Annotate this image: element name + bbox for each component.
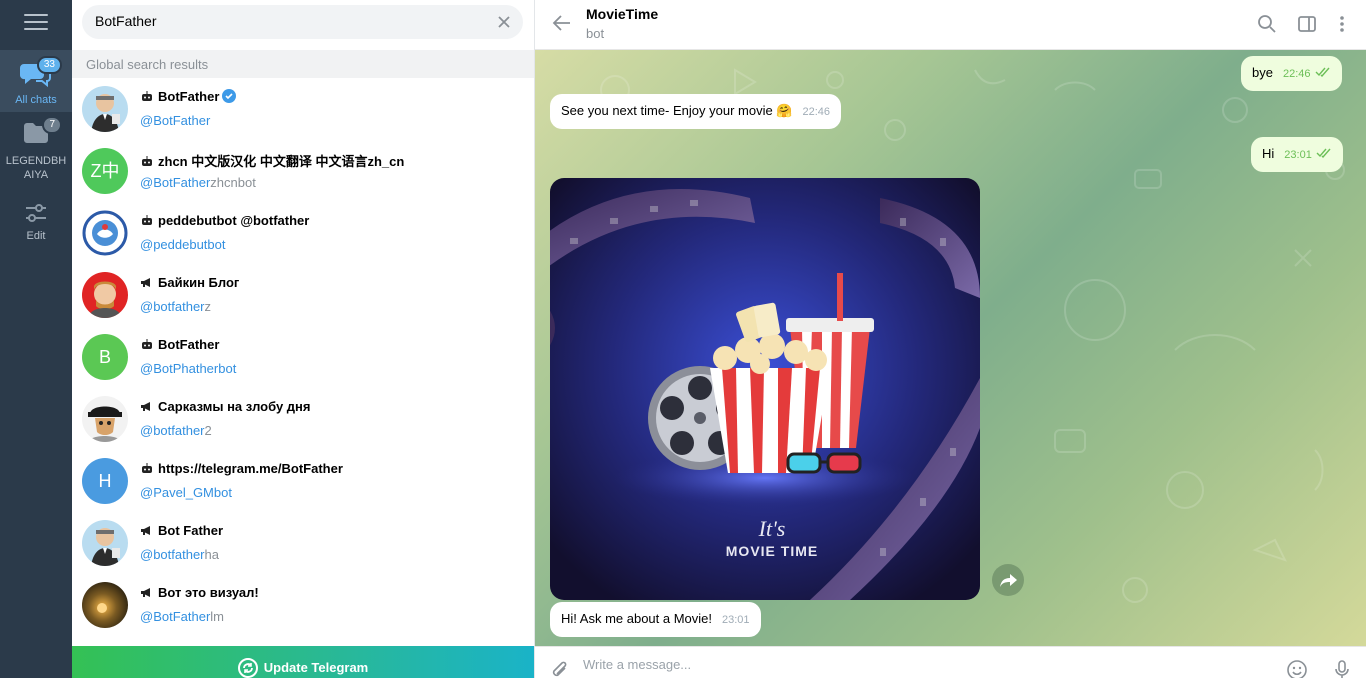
message-incoming[interactable]: See you next time- Enjoy your movie 🤗 22:… — [550, 94, 842, 129]
photo-line2: MOVIE TIME — [726, 543, 818, 559]
share-icon[interactable] — [992, 564, 1024, 596]
channel-icon — [141, 526, 150, 535]
avatar — [82, 520, 128, 566]
chats-icon: 33 — [19, 56, 62, 90]
avatar — [82, 582, 128, 628]
chat-background: bye 22:46 See you next time- Enjoy your m… — [535, 50, 1366, 646]
chat-area: MovieTime bot bye 22:46 See you next tim… — [535, 0, 1366, 678]
result-title: BotFather — [140, 89, 237, 104]
bot-icon — [142, 463, 152, 473]
message-composer — [535, 646, 1366, 678]
search-result[interactable]: H https://telegram.me/BotFather @Pavel_G… — [72, 450, 534, 512]
sidebar-toggle-icon[interactable] — [1297, 14, 1317, 34]
result-username: @peddebutbot — [140, 237, 226, 252]
folders-rail: 33 All chats 7 LEGENDBH AIYA Edit — [0, 0, 72, 678]
folder-edit[interactable]: Edit — [0, 202, 72, 246]
message-outgoing[interactable]: Hi 23:01 — [1251, 137, 1343, 172]
message-time: 22:46 — [1282, 68, 1311, 80]
result-username: @BotFather — [140, 113, 211, 128]
results-section-title: Global search results — [72, 50, 534, 78]
avatar — [82, 272, 128, 318]
search-result[interactable]: BotFather @BotFather — [72, 78, 534, 140]
sliders-icon — [20, 202, 52, 226]
message-time: 23:01 — [1284, 149, 1312, 161]
movie-time-image[interactable]: It's MOVIE TIME — [550, 178, 980, 600]
unread-badge: 33 — [36, 56, 62, 74]
channel-icon — [141, 402, 150, 411]
folder-label: LEGENDBH AIYA — [5, 155, 67, 181]
message-incoming[interactable]: Hi! Ask me about a Movie! 23:01 — [550, 602, 761, 637]
folder-icon: 7 — [20, 116, 62, 150]
search-input[interactable] — [95, 13, 475, 29]
chat-title[interactable]: MovieTime — [586, 6, 658, 22]
message-time: 23:01 — [722, 614, 750, 626]
result-title: peddebutbot @botfather — [140, 213, 309, 228]
folder-all-chats[interactable]: 33 All chats — [0, 50, 72, 112]
back-arrow-icon[interactable] — [552, 13, 572, 33]
search-result[interactable]: B BotFather @BotPhatherbot — [72, 326, 534, 388]
search-result[interactable]: Z中 zhcn 中文版汉化 中文翻译 中文语言zh_cn @BotFatherz… — [72, 140, 534, 202]
microphone-icon[interactable] — [1331, 659, 1353, 678]
search-box — [82, 5, 523, 39]
result-username: @Pavel_GMbot — [140, 485, 232, 500]
menu-icon[interactable] — [24, 14, 48, 32]
bot-icon — [142, 156, 152, 166]
search-result[interactable]: Bot Father @botfatherha — [72, 512, 534, 574]
update-telegram-button[interactable]: Update Telegram — [72, 646, 534, 678]
search-panel: Global search results BotFather @BotFath… — [72, 0, 535, 678]
attach-icon[interactable] — [549, 659, 571, 678]
bot-icon — [142, 215, 152, 225]
search-result[interactable]: Сарказмы на злобу дня @botfather2 — [72, 388, 534, 450]
search-results-list: BotFather @BotFather Z中 zhcn 中文版汉化 中文翻译 … — [72, 78, 534, 636]
result-title: zhcn 中文版汉化 中文翻译 中文语言zh_cn — [140, 151, 404, 170]
search-icon[interactable] — [1257, 14, 1277, 34]
search-result[interactable]: peddebutbot @botfather @peddebutbot — [72, 202, 534, 264]
result-title: Байкин Блог — [140, 275, 239, 290]
channel-icon — [141, 588, 150, 597]
emoji-icon[interactable] — [1286, 659, 1308, 678]
bot-icon — [142, 91, 152, 101]
chat-subtitle: bot — [586, 26, 605, 41]
result-username: @BotFatherzhcnbot — [140, 175, 256, 190]
read-checkmarks-icon — [1316, 148, 1331, 158]
verified-icon — [222, 89, 237, 103]
refresh-icon — [237, 658, 258, 678]
folder-label: Edit — [26, 230, 46, 242]
channel-icon — [141, 278, 150, 287]
search-result[interactable]: Байкин Блог @botfatherz — [72, 264, 534, 326]
result-title: Сарказмы на злобу дня — [140, 399, 310, 414]
result-title: https://telegram.me/BotFather — [140, 461, 343, 476]
result-title: Bot Father — [140, 523, 223, 538]
result-username: @BotPhatherbot — [140, 361, 237, 376]
folder-legendbh-aiya[interactable]: 7 LEGENDBH AIYA — [0, 116, 72, 184]
photo-line1: It's — [758, 516, 786, 541]
search-result[interactable]: Вот это визуал! @BotFatherlm — [72, 574, 534, 636]
message-outgoing[interactable]: bye 22:46 — [1241, 56, 1342, 91]
chat-header: MovieTime bot — [535, 0, 1366, 50]
read-checkmarks-icon — [1315, 67, 1330, 77]
result-username: @botfatherz — [140, 299, 212, 314]
unread-badge: 7 — [42, 116, 62, 134]
bot-icon — [142, 339, 152, 349]
more-menu-icon[interactable] — [1332, 14, 1352, 34]
avatar: Z中 — [82, 148, 128, 194]
result-title: Вот это визуал! — [140, 585, 259, 600]
result-title: BotFather — [140, 337, 219, 352]
folder-label: All chats — [15, 94, 57, 106]
avatar — [82, 210, 128, 256]
avatar: H — [82, 458, 128, 504]
message-time: 22:46 — [802, 106, 831, 118]
clear-search-icon[interactable] — [495, 13, 513, 31]
message-input[interactable] — [583, 657, 1263, 672]
result-username: @BotFatherlm — [140, 609, 224, 624]
avatar — [82, 396, 128, 442]
result-username: @botfather2 — [140, 423, 212, 438]
avatar: B — [82, 334, 128, 380]
avatar — [82, 86, 128, 132]
result-username: @botfatherha — [140, 547, 219, 562]
